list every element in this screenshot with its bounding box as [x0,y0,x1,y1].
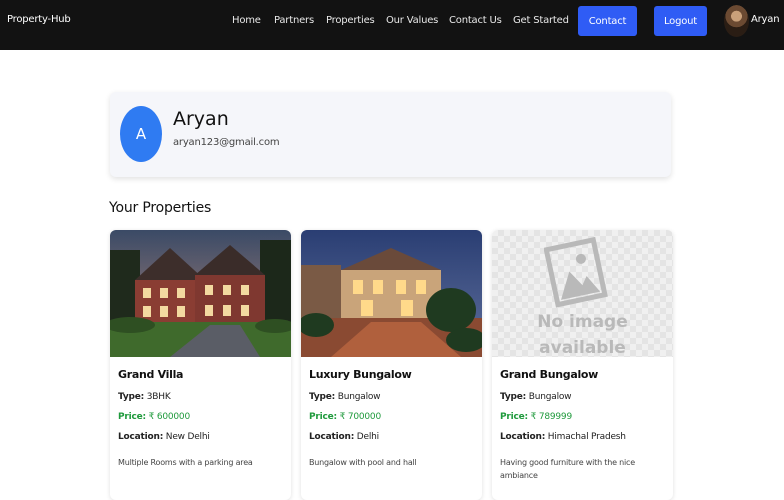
top-navbar: Property-Hub Home Partners Properties Ou… [0,0,784,50]
property-type: Type: Bungalow [500,392,572,402]
profile-name: Aryan [173,108,229,130]
property-type: Type: Bungalow [309,392,381,402]
property-description: Having good furniture with the nice ambi… [500,458,635,480]
user-avatar[interactable] [724,5,749,37]
property-location: Location: Himachal Pradesh [500,432,626,442]
property-card[interactable]: Grand Villa Type: 3BHK Price: ₹ 600000 L… [110,230,291,500]
nav-get-started[interactable]: Get Started [513,15,569,26]
nav-contact-us[interactable]: Contact Us [449,15,502,26]
house-photo [110,230,291,357]
logout-button[interactable]: Logout [654,6,707,36]
no-image-placeholder: No image available [492,230,673,358]
contact-button[interactable]: Contact [578,6,637,36]
property-description: Multiple Rooms with a parking area [118,458,253,467]
property-price: Price: ₹ 700000 [309,412,381,422]
profile-email: aryan123@gmail.com [173,137,280,148]
image-placeholder-icon [544,236,608,308]
nav-partners[interactable]: Partners [274,15,314,26]
property-description: Bungalow with pool and hall [309,458,417,467]
property-price: Price: ₹ 789999 [500,412,572,422]
property-location: Location: Delhi [309,432,379,442]
user-name[interactable]: Aryan [751,14,780,25]
profile-card: A Aryan aryan123@gmail.com [110,92,671,177]
section-title: Your Properties [109,200,212,216]
property-card[interactable]: Luxury Bungalow Type: Bungalow Price: ₹ … [301,230,482,500]
nav-home[interactable]: Home [232,15,261,26]
profile-avatar: A [120,106,162,162]
property-card[interactable]: No image available Grand Bungalow Type: … [492,230,673,500]
property-price: Price: ₹ 600000 [118,412,190,422]
no-image-text: No image available [537,312,628,358]
nav-our-values[interactable]: Our Values [386,15,438,26]
brand-logo[interactable]: Property-Hub [7,14,71,25]
bungalow-photo [301,230,482,357]
property-location: Location: New Delhi [118,432,210,442]
nav-properties[interactable]: Properties [326,15,375,26]
property-type: Type: 3BHK [118,392,171,402]
property-title: Luxury Bungalow [309,368,412,381]
property-title: Grand Villa [118,368,184,381]
property-title: Grand Bungalow [500,368,599,381]
